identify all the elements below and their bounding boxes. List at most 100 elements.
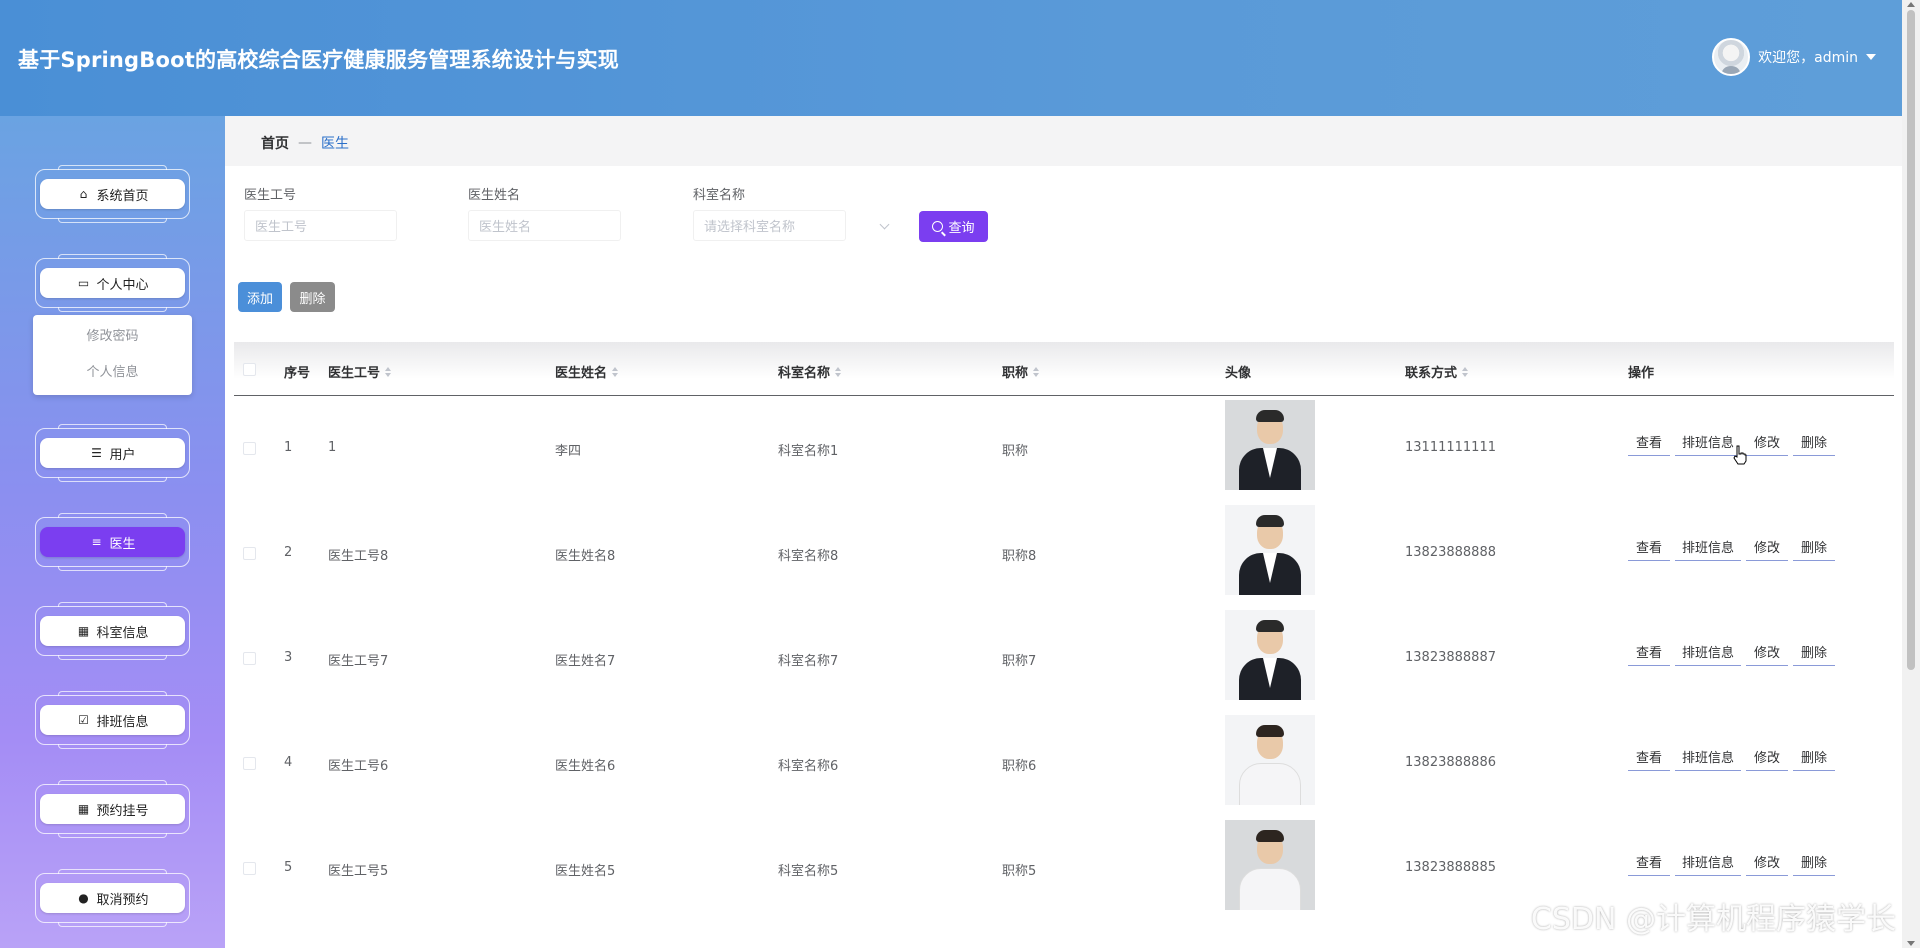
col-department[interactable]: 科室名称 [778,362,842,381]
view-button[interactable]: 查看 [1628,747,1671,771]
grid-icon: ▦ [77,802,90,816]
doctor-photo [1225,505,1315,595]
row-checkbox[interactable] [243,652,256,665]
doctor-photo [1225,820,1315,910]
sidebar-item-users[interactable]: ☰ 用户 [35,424,190,482]
user-menu[interactable]: 欢迎您，admin [1712,38,1876,76]
sidebar-button[interactable]: ⌂ 系统首页 [40,179,185,209]
cell-doctor-id: 医生工号8 [328,549,389,564]
edit-button[interactable]: 修改 [1746,537,1789,561]
cell-phone: 13823888888 [1405,545,1496,560]
col-phone[interactable]: 联系方式 [1405,362,1469,381]
sidebar-button[interactable]: ▦ 科室信息 [40,616,185,646]
table-header: 序号 医生工号 医生姓名 科室名称 职称 头像 联系方式 操作 [234,342,1894,396]
col-index: 序号 [284,366,311,381]
sidebar-item-label: 取消预约 [96,892,149,908]
select-all-checkbox[interactable] [243,363,256,376]
page-scrollbar[interactable] [1902,0,1920,948]
schedule-button[interactable]: 排班信息 [1675,747,1742,771]
schedule-button[interactable]: 排班信息 [1675,852,1742,876]
query-button[interactable]: 查询 [919,211,988,242]
cell-doctor-name: 医生姓名5 [555,864,616,879]
sidebar-item-doctors[interactable]: ≡ 医生 [35,513,190,571]
schedule-button[interactable]: 排班信息 [1675,642,1742,666]
view-button[interactable]: 查看 [1628,852,1671,876]
breadcrumb: 首页 — 医生 [261,133,349,153]
row-checkbox[interactable] [243,862,256,875]
avatar[interactable] [1712,38,1751,76]
cell-phone: 13111111111 [1405,440,1496,455]
col-operations: 操作 [1628,366,1655,381]
table-row: 3 医生工号7 医生姓名7 科室名称7 职称7 13823888887 查看 排… [234,606,1894,711]
row-delete-button[interactable]: 删除 [1793,537,1836,561]
sidebar-item-appointments[interactable]: ▦ 预约挂号 [35,780,190,838]
table-row: 2 医生工号8 医生姓名8 科室名称8 职称8 13823888888 查看 排… [234,501,1894,606]
doctor-id-input[interactable]: 医生工号 [244,210,397,241]
doctor-name-input[interactable]: 医生姓名 [468,210,621,241]
cell-index: 1 [284,440,293,455]
edit-button[interactable]: 修改 [1746,432,1789,456]
edit-button[interactable]: 修改 [1746,852,1789,876]
cell-phone: 13823888885 [1405,860,1496,875]
sidebar-button[interactable]: ▦ 预约挂号 [40,794,185,824]
edit-button[interactable]: 修改 [1746,747,1789,771]
edit-button[interactable]: 修改 [1746,642,1789,666]
row-delete-button[interactable]: 删除 [1793,432,1836,456]
cell-doctor-name: 医生姓名8 [555,549,616,564]
list-icon: ≡ [91,535,102,549]
sidebar-button[interactable]: ≡ 医生 [40,527,185,557]
col-title[interactable]: 职称 [1002,362,1040,381]
clipboard-check-icon: ☑ [78,713,89,727]
schedule-button[interactable]: 排班信息 [1675,432,1742,456]
doctor-photo [1225,715,1315,805]
sidebar-item-home[interactable]: ⌂ 系统首页 [35,165,190,223]
scroll-down-icon[interactable] [1907,941,1915,946]
row-delete-button[interactable]: 删除 [1793,642,1836,666]
department-select[interactable]: 请选择科室名称 [693,210,846,241]
delete-button[interactable]: 删除 [290,282,335,312]
schedule-button[interactable]: 排班信息 [1675,537,1742,561]
grid-icon: ▦ [77,624,90,638]
sidebar-button[interactable]: ☑ 排班信息 [40,705,185,735]
sidebar-button[interactable]: ● 取消预约 [40,883,185,913]
sidebar-item-label: 系统首页 [96,188,149,204]
col-photo: 头像 [1225,366,1252,381]
row-delete-button[interactable]: 删除 [1793,747,1836,771]
breadcrumb-bar: 首页 — 医生 [225,116,1902,166]
sidebar-item-departments[interactable]: ▦ 科室信息 [35,602,190,660]
row-checkbox[interactable] [243,442,256,455]
caret-down-icon[interactable] [1866,54,1876,60]
sidebar-item-cancel-appointment[interactable]: ● 取消预约 [35,869,190,927]
view-button[interactable]: 查看 [1628,642,1671,666]
cell-doctor-name: 医生姓名7 [555,654,616,669]
watermark: CSDN @计算机程序猿学长 [1530,902,1896,937]
top-header: 基于SpringBoot的高校综合医疗健康服务管理系统设计与实现 欢迎您，adm… [0,0,1902,116]
department-select-wrap: 请选择科室名称 [693,210,890,241]
scroll-up-icon[interactable] [1907,2,1915,7]
row-actions: 查看 排班信息 修改 删除 [1628,852,1840,876]
sidebar-item-schedule[interactable]: ☑ 排班信息 [35,691,190,749]
row-checkbox[interactable] [243,757,256,770]
scrollbar-thumb[interactable] [1907,10,1915,670]
row-checkbox[interactable] [243,547,256,560]
view-button[interactable]: 查看 [1628,537,1671,561]
add-button[interactable]: 添加 [238,282,282,312]
view-button[interactable]: 查看 [1628,432,1671,456]
home-icon: ⌂ [79,187,88,201]
submenu-item-change-password[interactable]: 修改密码 [33,319,192,355]
breadcrumb-home[interactable]: 首页 [261,133,289,153]
doctor-photo [1225,400,1315,490]
col-doctor-name[interactable]: 医生姓名 [555,362,619,381]
cell-title: 职称5 [1002,864,1037,879]
cell-department: 科室名称5 [778,864,839,879]
sidebar-item-personal-center[interactable]: ▭ 个人中心 [35,254,190,312]
sidebar-button[interactable]: ▭ 个人中心 [40,268,185,298]
breadcrumb-current: 医生 [321,136,349,152]
row-delete-button[interactable]: 删除 [1793,852,1836,876]
col-doctor-id[interactable]: 医生工号 [328,362,392,381]
doctor-id-label: 医生工号 [244,188,297,203]
submenu-item-personal-info[interactable]: 个人信息 [33,355,192,391]
sidebar-button[interactable]: ☰ 用户 [40,438,185,468]
chevron-down-icon[interactable] [879,219,890,230]
cell-doctor-id: 1 [328,440,337,455]
